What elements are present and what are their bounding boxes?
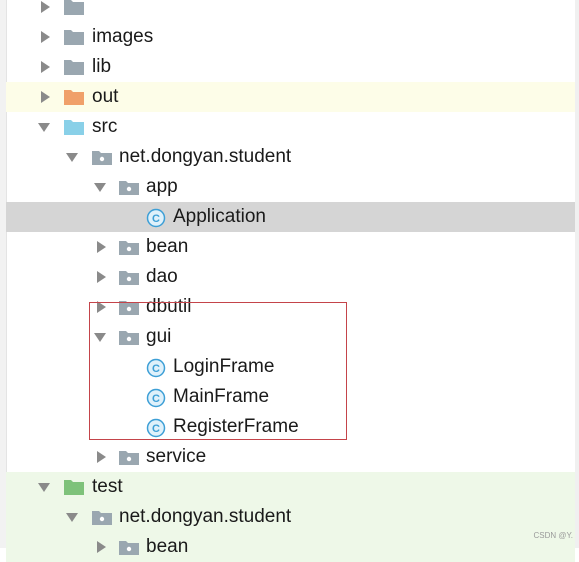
chevron-right-icon[interactable]: [94, 262, 108, 292]
tree-row[interactable]: [6, 0, 575, 22]
tree-row[interactable]: bean: [6, 232, 575, 262]
svg-text:C: C: [152, 393, 160, 405]
package-icon: [118, 262, 140, 292]
chevron-right-icon[interactable]: [94, 292, 108, 322]
tree-item-label: app: [146, 176, 178, 197]
watermark: CSDN @Y.: [533, 531, 573, 540]
tree-row[interactable]: bean: [6, 532, 575, 562]
chevron-down-icon[interactable]: [66, 502, 80, 532]
chevron-right-icon[interactable]: [94, 232, 108, 262]
tree-item-label: Application: [173, 206, 266, 227]
package-icon: [118, 532, 140, 562]
chevron-down-icon[interactable]: [38, 472, 52, 502]
class-icon: C: [146, 382, 168, 412]
tree-item-label: images: [92, 26, 154, 47]
tree-item-label: dao: [146, 266, 178, 287]
chevron-down-icon[interactable]: [38, 112, 52, 142]
tree-item-label: RegisterFrame: [173, 416, 299, 437]
source-folder-icon: [63, 112, 85, 142]
tree-row[interactable]: gui: [6, 322, 575, 352]
chevron-right-icon[interactable]: [38, 0, 52, 22]
tree-row[interactable]: net.dongyan.student: [6, 142, 575, 172]
tree-row[interactable]: dbutil: [6, 292, 575, 322]
project-tree[interactable]: images lib out src net.dongyan.student app C Ap…: [6, 0, 575, 562]
chevron-right-icon[interactable]: [38, 82, 52, 112]
tree-item-label: bean: [146, 236, 189, 257]
tree-row[interactable]: C Application: [6, 202, 575, 232]
package-icon: [118, 322, 140, 352]
chevron-right-icon[interactable]: [94, 532, 108, 562]
svg-text:C: C: [152, 213, 160, 225]
tree-item-label: net.dongyan.student: [119, 146, 292, 167]
svg-text:C: C: [152, 423, 160, 435]
chevron-down-icon[interactable]: [94, 322, 108, 352]
tree-row[interactable]: app: [6, 172, 575, 202]
tree-row[interactable]: images: [6, 22, 575, 52]
excluded-folder-icon: [63, 82, 85, 112]
package-icon: [91, 502, 113, 532]
package-icon: [118, 442, 140, 472]
right-scrollbar-track[interactable]: [575, 0, 579, 548]
tree-row[interactable]: C MainFrame: [6, 382, 575, 412]
class-icon: C: [146, 202, 168, 232]
tree-item-label: lib: [92, 56, 112, 77]
tree-item-label: MainFrame: [173, 386, 270, 407]
tree-row[interactable]: lib: [6, 52, 575, 82]
chevron-right-icon[interactable]: [38, 22, 52, 52]
tree-row[interactable]: C RegisterFrame: [6, 412, 575, 442]
package-icon: [118, 292, 140, 322]
tree-item-label: test: [92, 476, 123, 497]
chevron-right-icon[interactable]: [94, 442, 108, 472]
package-icon: [118, 172, 140, 202]
class-icon: C: [146, 352, 168, 382]
test-folder-icon: [63, 472, 85, 502]
svg-text:C: C: [152, 363, 160, 375]
folder-icon: [63, 22, 85, 52]
tree-item-label: dbutil: [146, 296, 192, 317]
tree-item-label: src: [92, 116, 118, 137]
chevron-down-icon[interactable]: [66, 142, 80, 172]
folder-icon: [63, 0, 85, 22]
tree-row[interactable]: net.dongyan.student: [6, 502, 575, 532]
folder-icon: [63, 52, 85, 82]
tree-row[interactable]: service: [6, 442, 575, 472]
tree-row[interactable]: out: [6, 82, 575, 112]
chevron-down-icon[interactable]: [94, 172, 108, 202]
tree-row[interactable]: dao: [6, 262, 575, 292]
package-icon: [91, 142, 113, 172]
class-icon: C: [146, 412, 168, 442]
tree-row[interactable]: src: [6, 112, 575, 142]
tree-item-label: service: [146, 446, 207, 467]
tree-item-label: out: [92, 86, 119, 107]
tree-item-label: net.dongyan.student: [119, 506, 292, 527]
tree-row[interactable]: test: [6, 472, 575, 502]
tree-item-label: gui: [146, 326, 172, 347]
tree-item-label: LoginFrame: [173, 356, 275, 377]
chevron-right-icon[interactable]: [38, 52, 52, 82]
package-icon: [118, 232, 140, 262]
tree-item-label: bean: [146, 536, 189, 557]
tree-row[interactable]: C LoginFrame: [6, 352, 575, 382]
